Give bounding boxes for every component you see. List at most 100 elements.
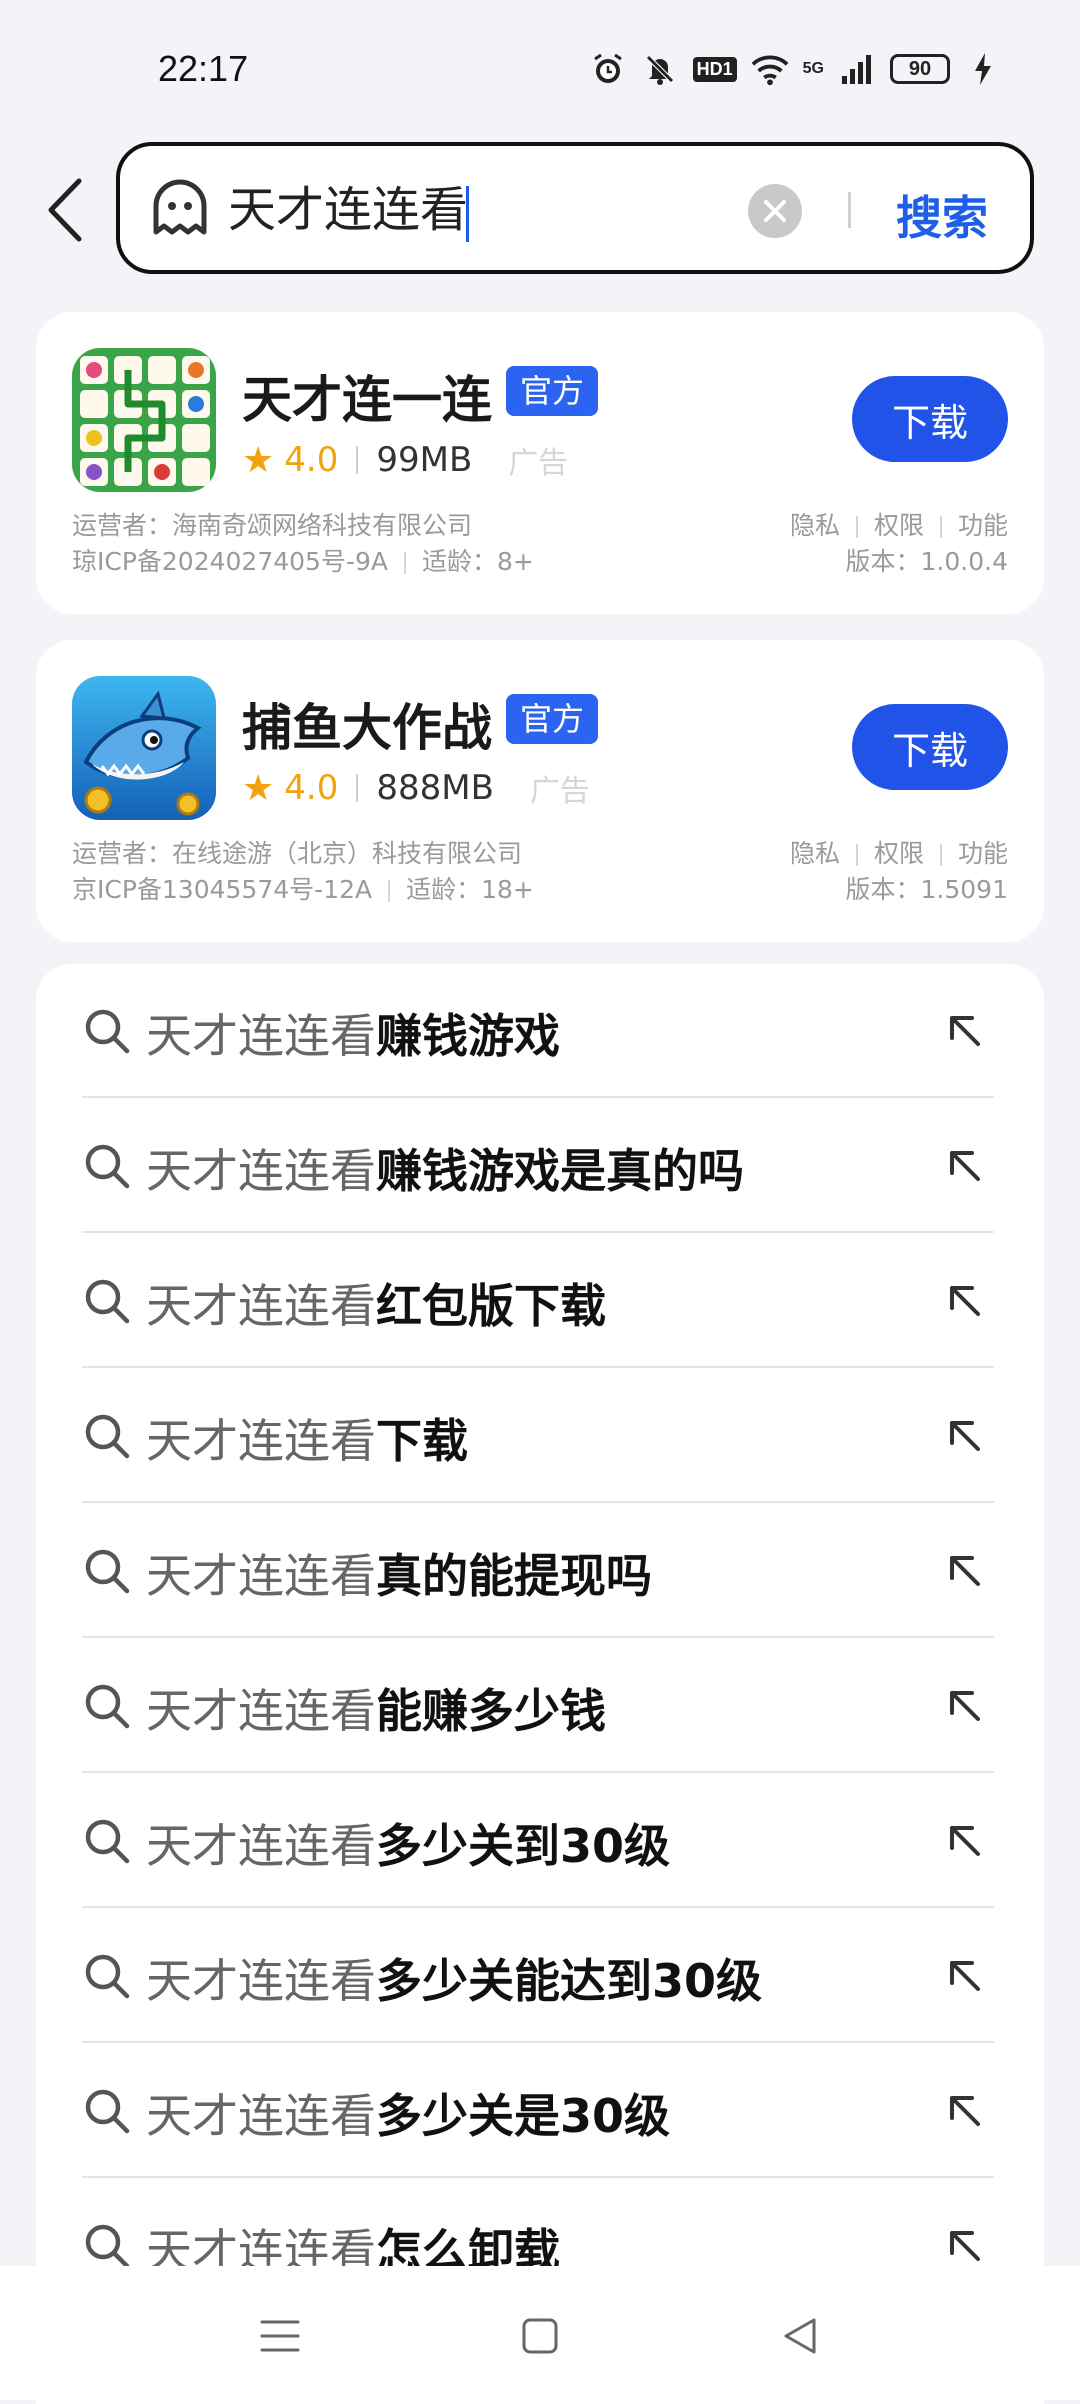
search-icon — [85, 1954, 130, 1999]
suggestion-item[interactable]: 天才连连看赚钱游戏 — [82, 964, 994, 1098]
app-operator: 运营者：在线途游（北京）科技有限公司 — [72, 839, 523, 868]
app-rating: 4.0 — [284, 768, 339, 808]
official-badge: 官方 — [506, 366, 599, 416]
download-button[interactable]: 下载 — [852, 704, 1008, 790]
arrow-up-left-icon[interactable] — [942, 1143, 988, 1189]
privacy-link[interactable]: 隐私 — [790, 511, 840, 540]
app-age-rating: 适龄：18+ — [406, 875, 534, 904]
arrow-up-left-icon[interactable] — [942, 1278, 988, 1324]
back-button[interactable] — [30, 170, 100, 250]
suggestion-suffix: 能赚多少钱 — [376, 1684, 606, 1738]
search-icon — [85, 1279, 130, 1324]
permissions-link[interactable]: 权限 — [874, 839, 924, 868]
download-button[interactable]: 下载 — [852, 376, 1008, 462]
app-age-rating: 适龄：8+ — [422, 547, 534, 576]
wifi-icon — [751, 50, 789, 88]
suggestion-item[interactable]: 天才连连看赚钱游戏是真的吗 — [82, 1099, 994, 1233]
suggestion-item[interactable]: 天才连连看多少关能达到30级 — [82, 1909, 994, 2043]
arrow-up-left-icon[interactable] — [942, 1008, 988, 1054]
charging-icon — [964, 50, 1002, 88]
status-icons: HD1 5G 90 — [589, 50, 1002, 88]
search-icon — [85, 1549, 130, 1594]
search-icon — [85, 1144, 130, 1189]
row-divider — [82, 1231, 994, 1233]
app-icon-tile-game[interactable] — [72, 348, 216, 492]
suggestion-item[interactable]: 天才连连看多少关是30级 — [82, 2044, 994, 2178]
suggestion-prefix: 天才连连看 — [146, 1819, 376, 1873]
app-card[interactable]: 天才连一连 官方 ★ 4.0 99MB 广告 下载 运营者：海南奇颂网络科技有限… — [36, 312, 1044, 614]
hd-badge: HD1 — [692, 56, 737, 82]
features-link[interactable]: 功能 — [958, 511, 1008, 540]
meta-separator — [939, 844, 942, 866]
mute-bell-icon — [641, 50, 679, 88]
app-rating: 4.0 — [284, 440, 339, 480]
meta-separator — [388, 880, 391, 902]
row-divider — [82, 2041, 994, 2043]
signal-icon — [838, 50, 876, 88]
permissions-link[interactable]: 权限 — [874, 511, 924, 540]
arrow-up-left-icon[interactable] — [942, 1413, 988, 1459]
suggestion-suffix: 多少关是30级 — [376, 2089, 671, 2143]
row-divider — [82, 1096, 994, 1098]
arrow-up-left-icon[interactable] — [942, 2088, 988, 2134]
arrow-up-left-icon[interactable] — [942, 1953, 988, 1999]
menu-button[interactable] — [252, 2308, 308, 2364]
app-name[interactable]: 天才连一连 — [242, 360, 492, 432]
suggestion-item[interactable]: 天才连连看真的能提现吗 — [82, 1504, 994, 1638]
ghost-logo-icon — [148, 176, 212, 240]
text-caret — [466, 186, 469, 242]
app-info-links: 隐私 权限 功能 — [790, 834, 1008, 870]
search-icon — [85, 2224, 130, 2269]
status-time: 22:17 — [158, 48, 249, 89]
arrow-up-left-icon[interactable] — [942, 1818, 988, 1864]
row-divider — [82, 2176, 994, 2178]
search-submit-button[interactable]: 搜索 — [896, 182, 988, 248]
arrow-up-left-icon[interactable] — [942, 1548, 988, 1594]
star-icon: ★ — [242, 439, 275, 481]
app-version: 版本：1.0.0.4 — [845, 547, 1008, 576]
suggestion-prefix: 天才连连看 — [146, 1414, 376, 1468]
app-info-links: 隐私 权限 功能 — [790, 506, 1008, 542]
suggestion-item[interactable]: 天才连连看下载 — [82, 1369, 994, 1503]
meta-separator — [855, 844, 858, 866]
suggestion-item[interactable]: 天才连连看红包版下载 — [82, 1234, 994, 1368]
search-divider — [848, 192, 851, 228]
suggestion-text: 天才连连看真的能提现吗 — [146, 1540, 652, 1606]
search-input[interactable] — [228, 180, 828, 240]
status-bar: 22:17 HD1 5G 90 — [0, 0, 1080, 140]
app-icp[interactable]: 京ICP备13045574号-12A — [72, 875, 372, 904]
suggestion-suffix: 赚钱游戏是真的吗 — [376, 1144, 744, 1198]
row-divider — [82, 1501, 994, 1503]
row-divider — [82, 1771, 994, 1773]
suggestion-suffix: 真的能提现吗 — [376, 1549, 652, 1603]
search-icon — [85, 1819, 130, 1864]
privacy-link[interactable]: 隐私 — [790, 839, 840, 868]
app-operator: 运营者：海南奇颂网络科技有限公司 — [72, 511, 473, 540]
suggestion-list: 天才连连看赚钱游戏 天才连连看赚钱游戏是真的吗 天才连连看红包版下载 天才连连看… — [36, 964, 1044, 2404]
ad-label: 广告 — [529, 774, 590, 809]
search-box[interactable]: 搜索 — [116, 142, 1034, 274]
back-nav-button[interactable] — [772, 2308, 828, 2364]
close-icon — [764, 200, 786, 222]
app-size: 99MB — [376, 440, 473, 480]
back-triangle-icon — [784, 2318, 816, 2354]
suggestion-item[interactable]: 天才连连看能赚多少钱 — [82, 1639, 994, 1773]
features-link[interactable]: 功能 — [958, 839, 1008, 868]
suggestion-item[interactable]: 天才连连看多少关到30级 — [82, 1774, 994, 1908]
app-version: 版本：1.5091 — [845, 875, 1008, 904]
suggestion-text: 天才连连看赚钱游戏是真的吗 — [146, 1135, 744, 1201]
clear-button[interactable] — [748, 184, 802, 238]
app-icp[interactable]: 琼ICP备2024027405号-9A — [72, 547, 388, 576]
suggestion-suffix: 多少关能达到30级 — [376, 1954, 763, 2008]
app-name[interactable]: 捕鱼大作战 — [242, 688, 492, 760]
app-icon-fishing-game[interactable] — [72, 676, 216, 820]
suggestion-text: 天才连连看红包版下载 — [146, 1270, 606, 1336]
arrow-up-left-icon[interactable] — [942, 1683, 988, 1729]
row-divider — [82, 1366, 994, 1368]
home-button[interactable] — [512, 2308, 568, 2364]
battery-indicator: 90 — [890, 54, 950, 84]
suggestion-text: 天才连连看多少关能达到30级 — [146, 1945, 762, 2011]
app-card[interactable]: 捕鱼大作战 官方 ★ 4.0 888MB 广告 下载 运营者：在线途游（北京）科… — [36, 640, 1044, 942]
suggestion-prefix: 天才连连看 — [146, 1009, 376, 1063]
arrow-up-left-icon[interactable] — [942, 2223, 988, 2269]
